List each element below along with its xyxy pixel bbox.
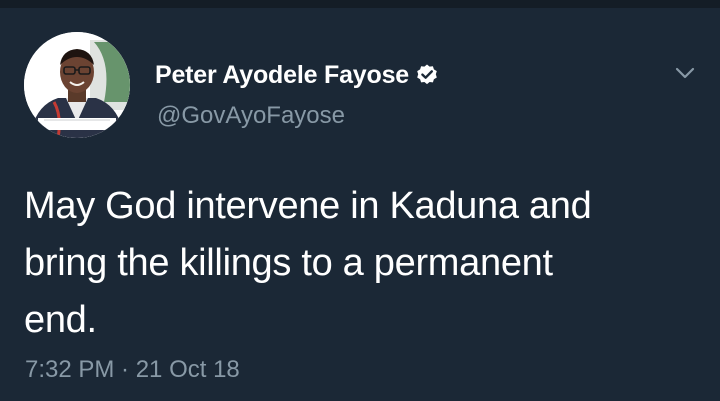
avatar[interactable] (24, 32, 130, 138)
display-name[interactable]: Peter Ayodele Fayose (155, 60, 409, 90)
chevron-down-icon[interactable] (672, 60, 698, 86)
tweet-text: May God intervene in Kaduna and bring th… (24, 178, 704, 349)
timestamp[interactable]: 7:32 PM · 21 Oct 18 (25, 355, 240, 385)
top-strip (0, 0, 720, 8)
avatar-photo (24, 32, 130, 138)
tweet-text-line: end. (24, 299, 97, 341)
tweet-text-line: May God intervene in Kaduna and (24, 185, 592, 227)
name-row: Peter Ayodele Fayose (155, 60, 439, 90)
tweet-card: Peter Ayodele Fayose @GovAyoFayose May G… (0, 8, 720, 401)
tweet-text-line: bring the killings to a permanent (24, 242, 553, 284)
user-handle[interactable]: @GovAyoFayose (157, 101, 345, 131)
verified-badge-icon (415, 63, 439, 87)
